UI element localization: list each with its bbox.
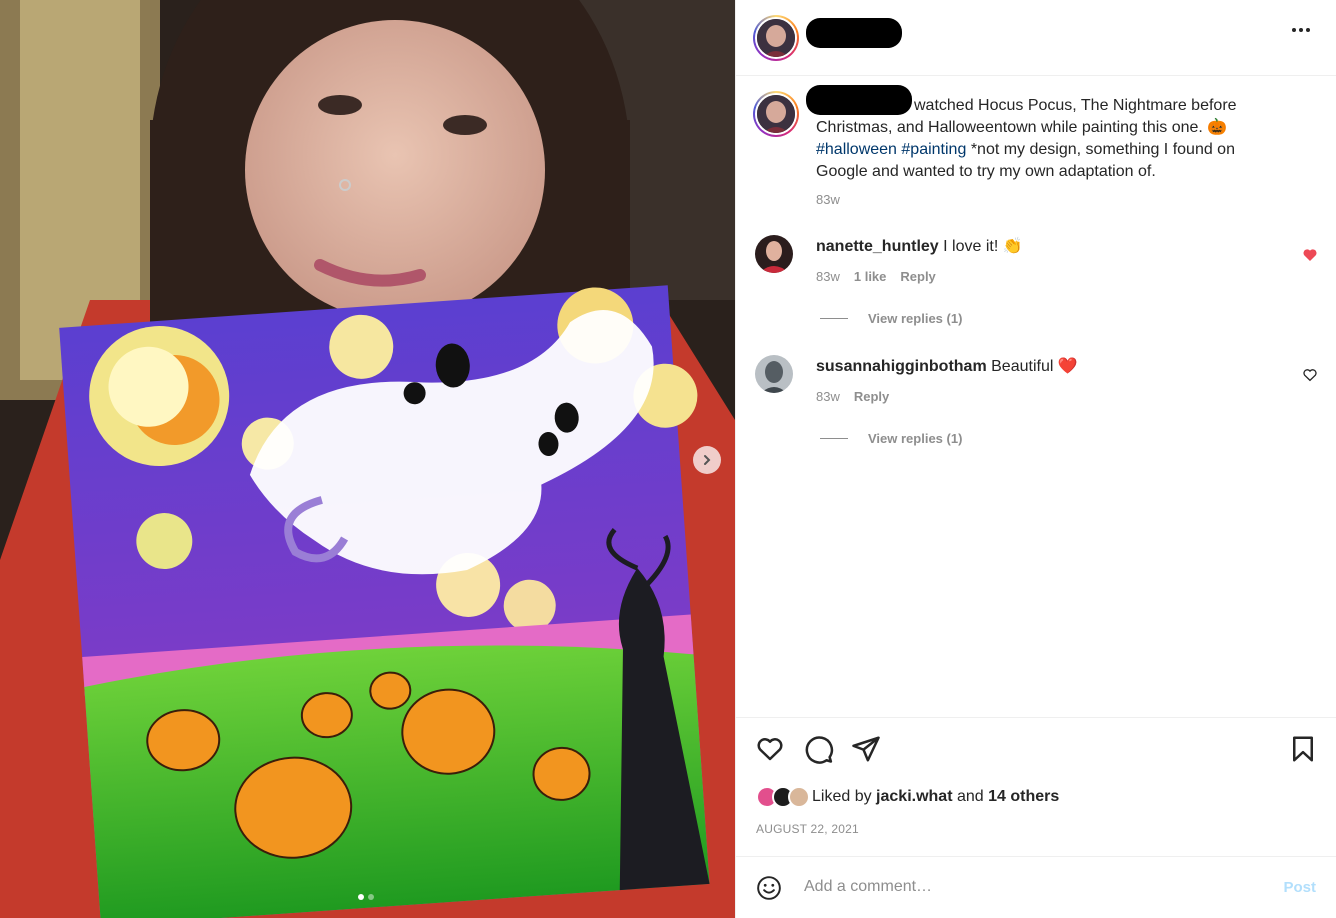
- post-comment-button[interactable]: Post: [1283, 879, 1316, 896]
- likes-others-link[interactable]: 14 others: [988, 788, 1059, 806]
- comment-likes[interactable]: 1 like: [854, 269, 887, 284]
- likes-summary: Liked by jacki.what and 14 others: [756, 786, 1059, 808]
- carousel-dot: [368, 894, 374, 900]
- liked-by-prefix: Liked by: [812, 788, 872, 805]
- carousel-dot-active: [358, 894, 364, 900]
- caption-text: watched Hocus Pocus, The Nightmare befor…: [816, 97, 1237, 136]
- hashtag-link[interactable]: #halloween: [816, 141, 897, 158]
- heart-outline-icon[interactable]: [1302, 367, 1318, 383]
- liked-by-user-link[interactable]: jacki.what: [876, 788, 952, 806]
- avatar-image: [757, 19, 795, 57]
- comment-meta: 83w Reply: [816, 389, 889, 404]
- view-replies-button[interactable]: View replies (1): [820, 431, 962, 446]
- post-date[interactable]: AUGUST 22, 2021: [756, 822, 859, 836]
- carousel-indicator: [358, 894, 374, 900]
- comment-icon[interactable]: [804, 734, 834, 764]
- liked-by-avatars[interactable]: [756, 786, 810, 808]
- avatar-image: [757, 95, 795, 133]
- next-slide-button[interactable]: [693, 446, 721, 474]
- more-options-button[interactable]: [1292, 28, 1310, 32]
- post-caption: watched Hocus Pocus, The Nightmare befor…: [816, 95, 1286, 211]
- author-avatar[interactable]: [753, 15, 799, 61]
- heart-icon[interactable]: [755, 734, 785, 764]
- comment-input[interactable]: Add a comment…: [804, 878, 932, 896]
- add-comment-bar: Add a comment… Post: [736, 856, 1336, 918]
- avatar-image: [755, 235, 793, 273]
- comment-text: I love it! 👏: [943, 238, 1023, 255]
- hashtag-link[interactable]: #painting: [901, 141, 966, 158]
- post-image: [0, 0, 735, 918]
- share-icon[interactable]: [851, 734, 881, 764]
- post-actions: Liked by jacki.what and 14 others AUGUST…: [736, 717, 1336, 856]
- commenter-avatar[interactable]: [755, 235, 793, 273]
- bookmark-icon[interactable]: [1288, 734, 1318, 764]
- comments-list: watched Hocus Pocus, The Nightmare befor…: [736, 77, 1336, 717]
- avatar: [788, 786, 810, 808]
- comment-text: Beautiful ❤️: [991, 358, 1078, 375]
- reply-button[interactable]: Reply: [900, 269, 935, 284]
- reply-button[interactable]: Reply: [854, 389, 889, 404]
- caption-time[interactable]: 83w: [816, 189, 1286, 211]
- comment-time[interactable]: 83w: [816, 389, 840, 404]
- chevron-right-icon: [704, 455, 711, 465]
- comment-username[interactable]: susannahigginbotham: [816, 358, 987, 375]
- comment-body: susannahigginbotham Beautiful ❤️: [816, 356, 1078, 378]
- comment-meta: 83w 1 like Reply: [816, 269, 936, 284]
- emoji-icon[interactable]: [756, 875, 782, 901]
- redacted-username: [806, 18, 902, 48]
- post-photo[interactable]: [0, 0, 735, 918]
- comment-username[interactable]: nanette_huntley: [816, 238, 939, 255]
- avatar-image: [755, 355, 793, 393]
- more-horizontal-icon: [1292, 28, 1296, 32]
- comment-time[interactable]: 83w: [816, 269, 840, 284]
- liked-by-and: and: [956, 788, 984, 805]
- caption-author-avatar[interactable]: [753, 91, 799, 137]
- post-side-panel: watched Hocus Pocus, The Nightmare befor…: [735, 0, 1336, 918]
- heart-filled-icon[interactable]: [1302, 247, 1318, 263]
- comment-body: nanette_huntley I love it! 👏: [816, 236, 1023, 258]
- view-replies-button[interactable]: View replies (1): [820, 311, 962, 326]
- post-header: [736, 0, 1336, 76]
- commenter-avatar[interactable]: [755, 355, 793, 393]
